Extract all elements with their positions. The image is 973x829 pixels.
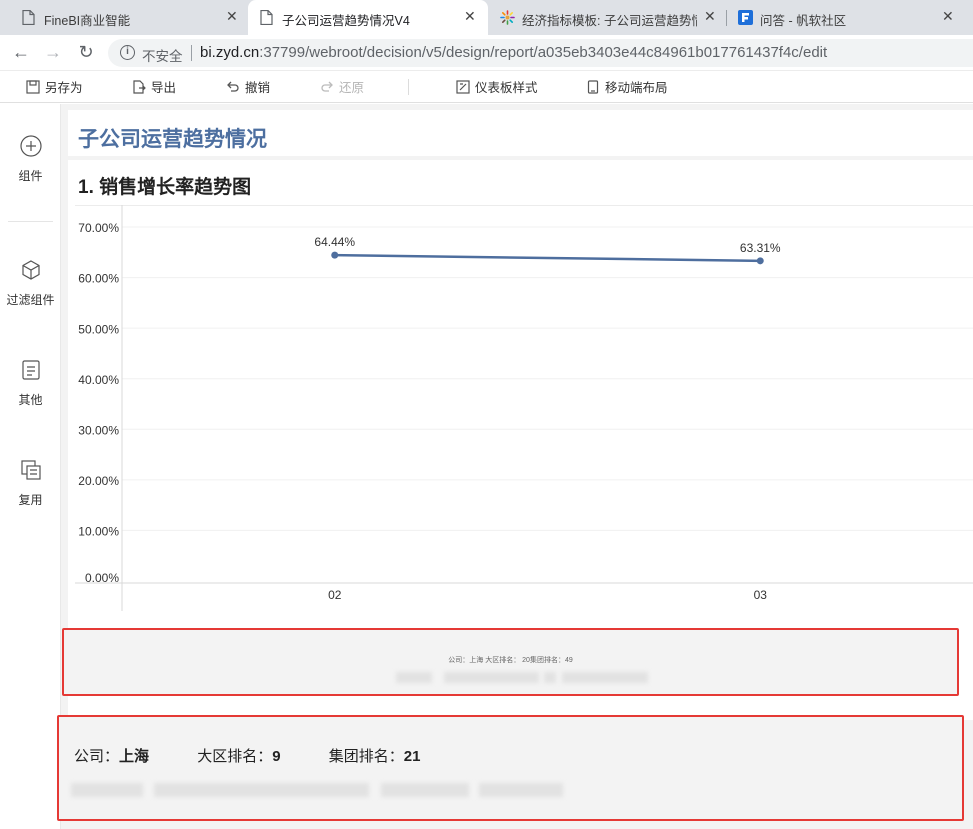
info-icon[interactable]: i <box>120 45 135 60</box>
toolbar-divider <box>408 79 409 95</box>
highlight-box-preview[interactable]: 公司：上海 大区排名： 20集团排名：49 <box>62 628 959 696</box>
blurred-text <box>381 783 469 797</box>
export-icon <box>133 79 146 94</box>
reload-icon[interactable]: ↻ <box>76 42 96 62</box>
mobile-layout-button[interactable]: 移动端布局 <box>586 77 668 96</box>
blurred-text <box>396 672 432 683</box>
sidebar-item-components[interactable]: 组件 <box>0 135 61 184</box>
blurred-text <box>562 672 648 683</box>
cube-icon <box>21 260 40 280</box>
page-title: 子公司运营趋势情况 <box>78 128 267 151</box>
save-icon <box>26 79 40 94</box>
url-text[interactable]: bi.zyd.cn:37799/webroot/decision/v5/desi… <box>200 44 827 61</box>
data-point <box>756 257 764 265</box>
colorful-burst-icon <box>500 10 515 25</box>
sidebar-item-label: 复用 <box>18 493 43 507</box>
y-tick-label: 60.00% <box>78 272 119 286</box>
text-doc-icon <box>21 360 40 380</box>
url-host: bi.zyd.cn <box>200 44 260 61</box>
address-bar: ← → ↻ i 不安全 bi.zyd.cn:37799/webroot/deci… <box>0 35 973 70</box>
tab-economic-template[interactable]: 经济指标模板: 子公司运营趋势情 ✕ <box>488 0 726 35</box>
close-icon[interactable]: ✕ <box>464 8 476 25</box>
tab-title: 问答 - 帆软社区 <box>760 14 847 28</box>
sidebar-item-label: 其他 <box>18 393 43 407</box>
company-label: 公司： <box>74 748 120 765</box>
tab-title: FineBI商业智能 <box>44 14 131 28</box>
url-path: :37799/webroot/decision/v5/design/report… <box>259 44 828 61</box>
plus-circle-icon <box>19 135 42 157</box>
save-as-button[interactable]: 另存为 <box>26 77 83 96</box>
group-rank-label: 集团排名： <box>328 748 404 765</box>
forward-arrow-icon[interactable]: → <box>43 42 63 62</box>
undo-icon <box>227 81 239 92</box>
sidebar-item-reuse[interactable]: 复用 <box>0 459 61 508</box>
undo-label: 撤销 <box>245 81 271 95</box>
y-tick-label: 50.00% <box>78 322 119 336</box>
y-tick-label: 10.00% <box>78 525 119 539</box>
sales-growth-line-chart[interactable]: 0.00%10.00%20.00%30.00%40.00%50.00%60.00… <box>68 205 973 617</box>
omnibox-divider <box>191 45 192 61</box>
palette-icon <box>456 79 470 94</box>
data-label: 63.31% <box>740 241 781 255</box>
sidebar-divider <box>8 221 53 222</box>
blurred-text <box>544 672 556 683</box>
close-icon[interactable]: ✕ <box>226 8 238 25</box>
undo-button[interactable]: 撤销 <box>226 77 270 96</box>
component-sidebar: 组件 过滤组件 其他 复用 <box>0 104 61 829</box>
x-tick-label: 03 <box>754 588 768 602</box>
tab-finebi[interactable]: FineBI商业智能 ✕ <box>0 0 248 35</box>
url-omnibox[interactable]: i 不安全 bi.zyd.cn:37799/webroot/decision/v… <box>108 39 973 67</box>
back-arrow-icon[interactable]: ← <box>11 42 31 62</box>
x-tick-label: 02 <box>328 588 342 602</box>
region-rank-value: 9 <box>272 748 281 765</box>
blurred-text <box>444 672 539 683</box>
widget-title: 1. 销售增长率趋势图 <box>78 177 252 198</box>
tab-title: 子公司运营趋势情况V4 <box>282 14 410 28</box>
sidebar-item-label: 过滤组件 <box>6 293 55 307</box>
dashboard-canvas: 子公司运营趋势情况 1. 销售增长率趋势图 0.00% 10.00% 20.00% 3… <box>57 104 973 829</box>
redo-button[interactable]: 还原 <box>320 77 364 96</box>
data-label: 64.44% <box>314 235 355 249</box>
preview-small-text: 公司：上海 大区排名： 20集团排名：49 <box>448 657 573 664</box>
export-label: 导出 <box>151 81 177 95</box>
dashboard-style-button[interactable]: 仪表板样式 <box>456 77 538 96</box>
sidebar-item-other[interactable]: 其他 <box>0 359 61 408</box>
y-tick-label: 70.00% <box>78 221 119 235</box>
group-rank-value: 21 <box>403 748 421 765</box>
save-as-label: 另存为 <box>45 81 83 95</box>
blurred-text <box>71 783 143 797</box>
close-icon[interactable]: ✕ <box>704 8 716 25</box>
blurred-text <box>479 783 563 797</box>
page-icon <box>22 10 35 25</box>
redo-icon <box>321 81 333 92</box>
company-rank-row: 公司：上海 大区排名：9 集团排名：21 <box>74 745 420 766</box>
sidebar-item-label: 组件 <box>18 169 43 183</box>
company-value: 上海 <box>119 748 150 765</box>
highlight-box-info[interactable]: 公司：上海 大区排名：9 集团排名：21 <box>57 715 964 821</box>
page-icon <box>260 10 273 25</box>
mobile-phone-icon <box>587 79 599 94</box>
export-button[interactable]: 导出 <box>132 77 176 96</box>
tab-active-report[interactable]: 子公司运营趋势情况V4 ✕ <box>248 0 488 35</box>
tab-fanruan-community[interactable]: 问答 - 帆软社区 ✕ <box>726 0 973 35</box>
data-point <box>331 251 339 259</box>
security-status[interactable]: 不安全 <box>142 45 183 65</box>
editor-toolbar: 另存为 导出 撤销 还原 仪表板样式 移动端布局 <box>0 70 973 103</box>
tab-title: 经济指标模板: 子公司运营趋势情 <box>522 14 697 28</box>
dashboard-title-bar[interactable]: 子公司运营趋势情况 <box>68 110 973 156</box>
browser-tab-strip: FineBI商业智能 ✕ 子公司运营趋势情况V4 ✕ 经济指标模板: 子公司运营… <box>0 0 973 35</box>
close-icon[interactable]: ✕ <box>942 8 954 25</box>
y-tick-label: 40.00% <box>78 373 119 387</box>
region-rank-label: 大区排名： <box>197 748 273 765</box>
copy-layers-icon <box>20 460 41 480</box>
mobile-layout-label: 移动端布局 <box>605 81 668 95</box>
blurred-text <box>154 783 369 797</box>
redo-label: 还原 <box>339 81 365 95</box>
series-line <box>334 253 761 263</box>
dashboard-style-label: 仪表板样式 <box>475 81 538 95</box>
y-tick-label: 30.00% <box>78 423 119 437</box>
y-tick-label: 20.00% <box>78 474 119 488</box>
fanruan-logo-icon <box>738 10 753 25</box>
sidebar-item-filter[interactable]: 过滤组件 <box>0 259 61 308</box>
